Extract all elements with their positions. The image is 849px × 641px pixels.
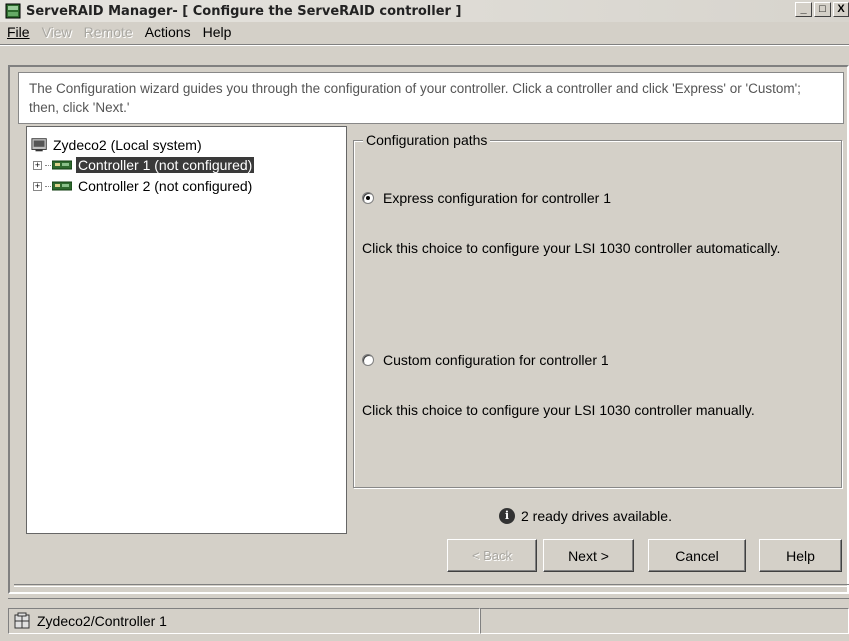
- status-bar: Zydeco2/Controller 1: [8, 608, 849, 634]
- status-path: Zydeco2/Controller 1: [37, 613, 167, 629]
- title-bar: ServeRAID Manager- [ Configure the Serve…: [0, 0, 849, 22]
- next-button[interactable]: Next >: [543, 539, 634, 572]
- custom-description: Click this choice to configure your LSI …: [362, 402, 755, 418]
- close-button[interactable]: X: [833, 2, 849, 17]
- controller-card-icon: [52, 160, 72, 170]
- tree-item-label: Controller 1 (not configured): [76, 157, 255, 173]
- configuration-pane: Configuration paths Express configuratio…: [353, 126, 844, 534]
- custom-label: Custom configuration for controller 1: [383, 352, 609, 368]
- status-path-cell: Zydeco2/Controller 1: [8, 608, 480, 634]
- express-description: Click this choice to configure your LSI …: [362, 240, 781, 256]
- server-icon: [14, 612, 30, 629]
- express-option[interactable]: Express configuration for controller 1: [362, 190, 611, 206]
- minimize-button[interactable]: _: [795, 2, 812, 17]
- custom-radio[interactable]: [362, 354, 374, 366]
- expand-icon[interactable]: +: [33, 181, 42, 191]
- computer-icon: [31, 138, 47, 152]
- help-button[interactable]: Help: [759, 539, 842, 572]
- menu-remote[interactable]: Remote: [84, 24, 133, 40]
- window-title: ServeRAID Manager- [ Configure the Serve…: [26, 3, 462, 19]
- tree-root-label: Zydeco2 (Local system): [53, 137, 202, 153]
- group-title: Configuration paths: [363, 132, 491, 148]
- menu-actions[interactable]: Actions: [145, 24, 191, 40]
- tree-root[interactable]: Zydeco2 (Local system): [31, 135, 202, 155]
- tree-connector: [45, 185, 51, 187]
- express-label: Express configuration for controller 1: [383, 190, 611, 206]
- custom-option[interactable]: Custom configuration for controller 1: [362, 352, 609, 368]
- menu-separator: [0, 44, 849, 46]
- tree-item-label: Controller 2 (not configured): [78, 178, 253, 194]
- menu-help[interactable]: Help: [203, 24, 232, 40]
- tree-item-controller-2[interactable]: + Controller 2 (not configured): [33, 176, 254, 196]
- app-icon: [5, 3, 21, 19]
- menu-bar: File View Remote Actions Help: [0, 22, 849, 42]
- express-radio[interactable]: [362, 192, 374, 204]
- status-empty-cell: [480, 608, 849, 634]
- bottom-separator: [14, 584, 849, 587]
- drives-status-text: 2 ready drives available.: [521, 508, 672, 524]
- controller-tree: Zydeco2 (Local system) + Controller 1 (n…: [26, 126, 347, 534]
- pane-splitter[interactable]: [8, 598, 849, 602]
- back-button[interactable]: < Back: [447, 539, 537, 572]
- menu-file[interactable]: File: [7, 24, 30, 40]
- tree-connector: [45, 164, 51, 166]
- controller-card-icon: [52, 181, 72, 191]
- drives-status: i 2 ready drives available.: [499, 508, 672, 524]
- expand-icon[interactable]: +: [33, 160, 42, 170]
- menu-view[interactable]: View: [42, 24, 72, 40]
- info-icon: i: [499, 508, 515, 524]
- cancel-button[interactable]: Cancel: [648, 539, 746, 572]
- maximize-button[interactable]: □: [814, 2, 831, 17]
- wizard-instructions: The Configuration wizard guides you thro…: [18, 72, 844, 124]
- tree-item-controller-1[interactable]: + Controller 1 (not configured): [33, 155, 255, 175]
